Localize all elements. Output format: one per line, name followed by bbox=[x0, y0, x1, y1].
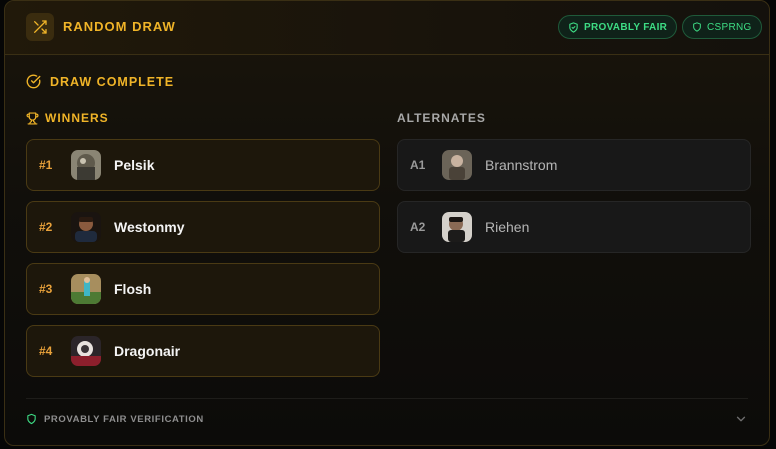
draw-status: DRAW COMPLETE bbox=[26, 74, 174, 89]
winner-name: Dragonair bbox=[114, 343, 181, 359]
provably-fair-badge-label: PROVABLY FAIR bbox=[584, 21, 668, 33]
alternate-row: A2 Riehen bbox=[397, 201, 751, 253]
avatar bbox=[71, 150, 101, 180]
avatar bbox=[71, 336, 101, 366]
winners-heading: WINNERS bbox=[26, 111, 109, 125]
footer-divider bbox=[26, 398, 748, 399]
csprng-badge: CSPRNG bbox=[682, 15, 762, 39]
alternates-heading-label: ALTERNATES bbox=[397, 111, 486, 125]
avatar bbox=[442, 150, 472, 180]
trophy-icon bbox=[26, 111, 39, 125]
shuffle-icon bbox=[26, 13, 54, 41]
draw-status-label: DRAW COMPLETE bbox=[50, 74, 175, 89]
verification-toggle[interactable]: PROVABLY FAIR VERIFICATION bbox=[26, 413, 204, 425]
verification-label: PROVABLY FAIR VERIFICATION bbox=[44, 413, 204, 425]
shield-icon bbox=[27, 413, 36, 425]
avatar bbox=[442, 212, 472, 242]
avatar bbox=[71, 274, 101, 304]
winner-rank: #3 bbox=[39, 282, 53, 296]
shield-icon bbox=[569, 21, 578, 33]
card-header: RANDOM DRAW PROVABLY FAIR CSPRNG bbox=[5, 1, 769, 55]
random-draw-card: RANDOM DRAW PROVABLY FAIR CSPRNG DRAW CO… bbox=[4, 0, 770, 446]
winner-name: Flosh bbox=[114, 281, 152, 297]
alternates-heading: ALTERNATES bbox=[397, 111, 486, 125]
winner-rank: #2 bbox=[39, 220, 53, 234]
winner-name: Westonmy bbox=[114, 219, 185, 235]
winner-row: #3 Flosh bbox=[26, 263, 380, 315]
winner-rank: #4 bbox=[39, 344, 53, 358]
winners-heading-label: WINNERS bbox=[45, 111, 109, 125]
alternate-rank: A2 bbox=[410, 220, 426, 234]
check-circle-icon bbox=[26, 74, 41, 89]
alternate-row: A1 Brannstrom bbox=[397, 139, 751, 191]
alternate-name: Brannstrom bbox=[485, 157, 558, 173]
avatar bbox=[71, 212, 101, 242]
alternate-rank: A1 bbox=[410, 158, 426, 172]
winner-row: #2 Westonmy bbox=[26, 201, 380, 253]
alternate-name: Riehen bbox=[485, 219, 530, 235]
winner-row: #1 Pelsik bbox=[26, 139, 380, 191]
winner-row: #4 Dragonair bbox=[26, 325, 380, 377]
chevron-down-icon[interactable] bbox=[734, 412, 748, 426]
header-title: RANDOM DRAW bbox=[63, 19, 176, 34]
winner-rank: #1 bbox=[39, 158, 53, 172]
provably-fair-badge: PROVABLY FAIR bbox=[558, 15, 678, 39]
shield-icon bbox=[693, 22, 701, 32]
winner-name: Pelsik bbox=[114, 157, 155, 173]
csprng-badge-label: CSPRNG bbox=[707, 21, 752, 33]
